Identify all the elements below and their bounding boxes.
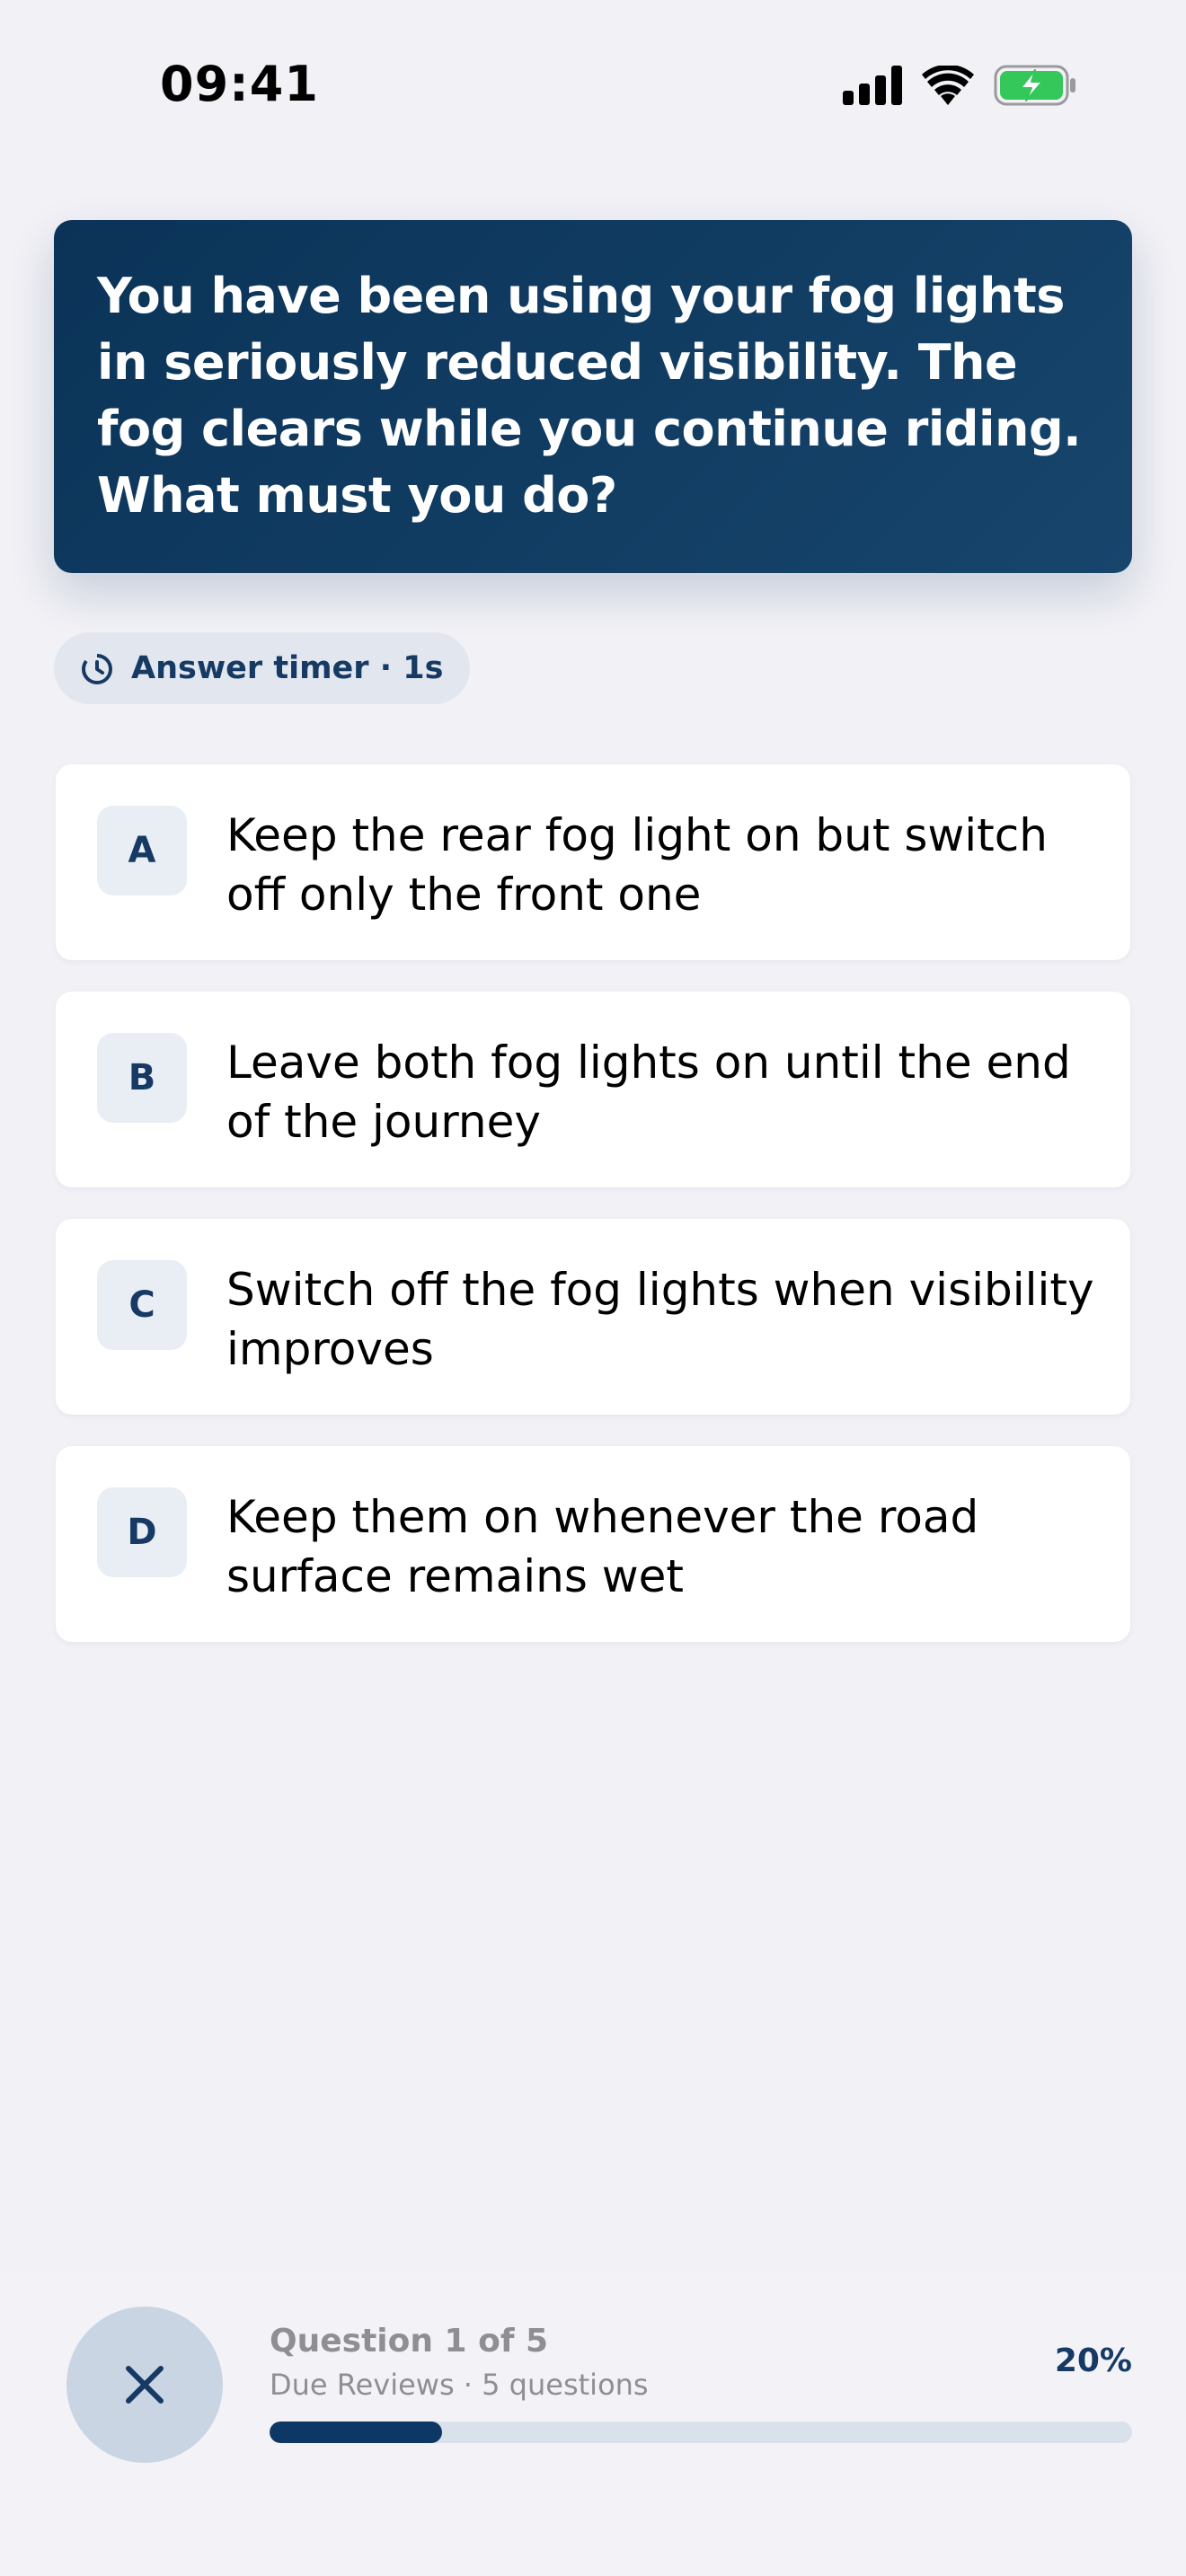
progress-percent: 20% bbox=[1054, 2342, 1132, 2379]
status-time: 09:41 bbox=[160, 56, 319, 112]
answer-option-c[interactable]: C Switch off the fog lights when visibil… bbox=[56, 1219, 1130, 1415]
option-letter-badge: C bbox=[97, 1260, 187, 1350]
answer-timer-badge: Answer timer · 1s bbox=[54, 632, 471, 704]
bottom-progress-bar: Question 1 of 5 Due Reviews · 5 question… bbox=[0, 2278, 1186, 2576]
answer-option-a[interactable]: A Keep the rear fog light on but switch … bbox=[56, 764, 1130, 960]
progress-track bbox=[270, 2422, 1132, 2443]
progress-title: Question 1 of 5 bbox=[270, 2323, 549, 2360]
timer-label: Answer timer · 1s bbox=[131, 650, 444, 686]
close-button[interactable] bbox=[66, 2307, 223, 2463]
progress-subtitle: Due Reviews · 5 questions bbox=[270, 2368, 649, 2402]
timer-icon bbox=[79, 650, 115, 686]
option-text: Keep the rear fog light on but switch of… bbox=[226, 809, 1048, 921]
option-text: Leave both fog lights on until the end o… bbox=[226, 1037, 1071, 1148]
answer-option-b[interactable]: B Leave both fog lights on until the end… bbox=[56, 992, 1130, 1187]
progress-fill bbox=[270, 2422, 442, 2443]
option-letter-badge: A bbox=[97, 806, 187, 895]
question-text: You have been using your fog lights in s… bbox=[97, 268, 1082, 524]
question-card: You have been using your fog lights in s… bbox=[54, 220, 1132, 573]
wifi-icon bbox=[922, 66, 974, 105]
cellular-signal-icon bbox=[843, 66, 902, 105]
battery-charging-icon bbox=[994, 65, 1078, 106]
status-bar: 09:41 bbox=[0, 0, 1186, 171]
answer-option-d[interactable]: D Keep them on whenever the road surface… bbox=[56, 1446, 1130, 1642]
close-icon bbox=[124, 2364, 165, 2405]
status-icons bbox=[843, 65, 1078, 106]
option-text: Keep them on whenever the road surface r… bbox=[226, 1491, 979, 1602]
option-letter-badge: B bbox=[97, 1033, 187, 1123]
option-letter-badge: D bbox=[97, 1487, 187, 1577]
option-text: Switch off the fog lights when visibilit… bbox=[226, 1264, 1094, 1375]
